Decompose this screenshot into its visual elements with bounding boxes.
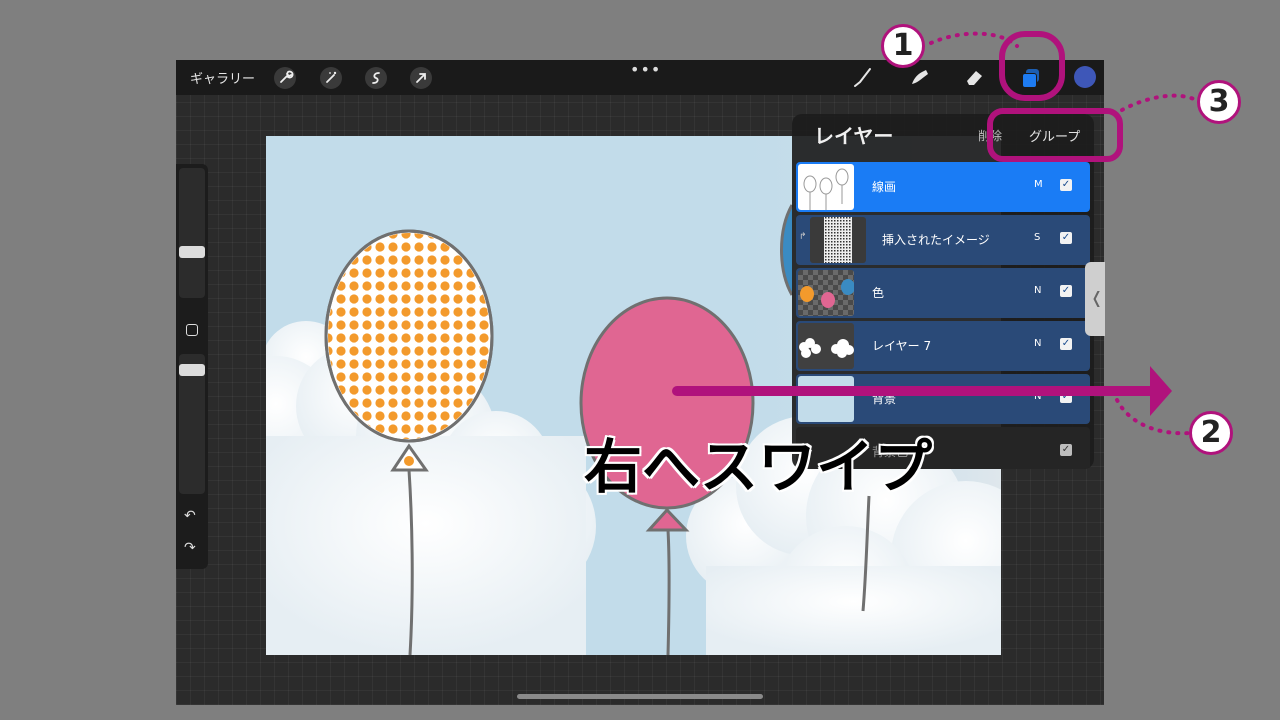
layers-button-highlight	[999, 31, 1065, 101]
step-2-badge: 2	[1189, 411, 1233, 455]
group-button-highlight	[987, 108, 1123, 162]
swipe-arrow-head	[1150, 366, 1172, 416]
step-3-badge: 3	[1197, 80, 1241, 124]
dotted-connector-3	[1120, 93, 1198, 112]
swipe-right-caption: 右へスワイプ	[582, 432, 933, 503]
step-1-badge: 1	[881, 24, 925, 68]
